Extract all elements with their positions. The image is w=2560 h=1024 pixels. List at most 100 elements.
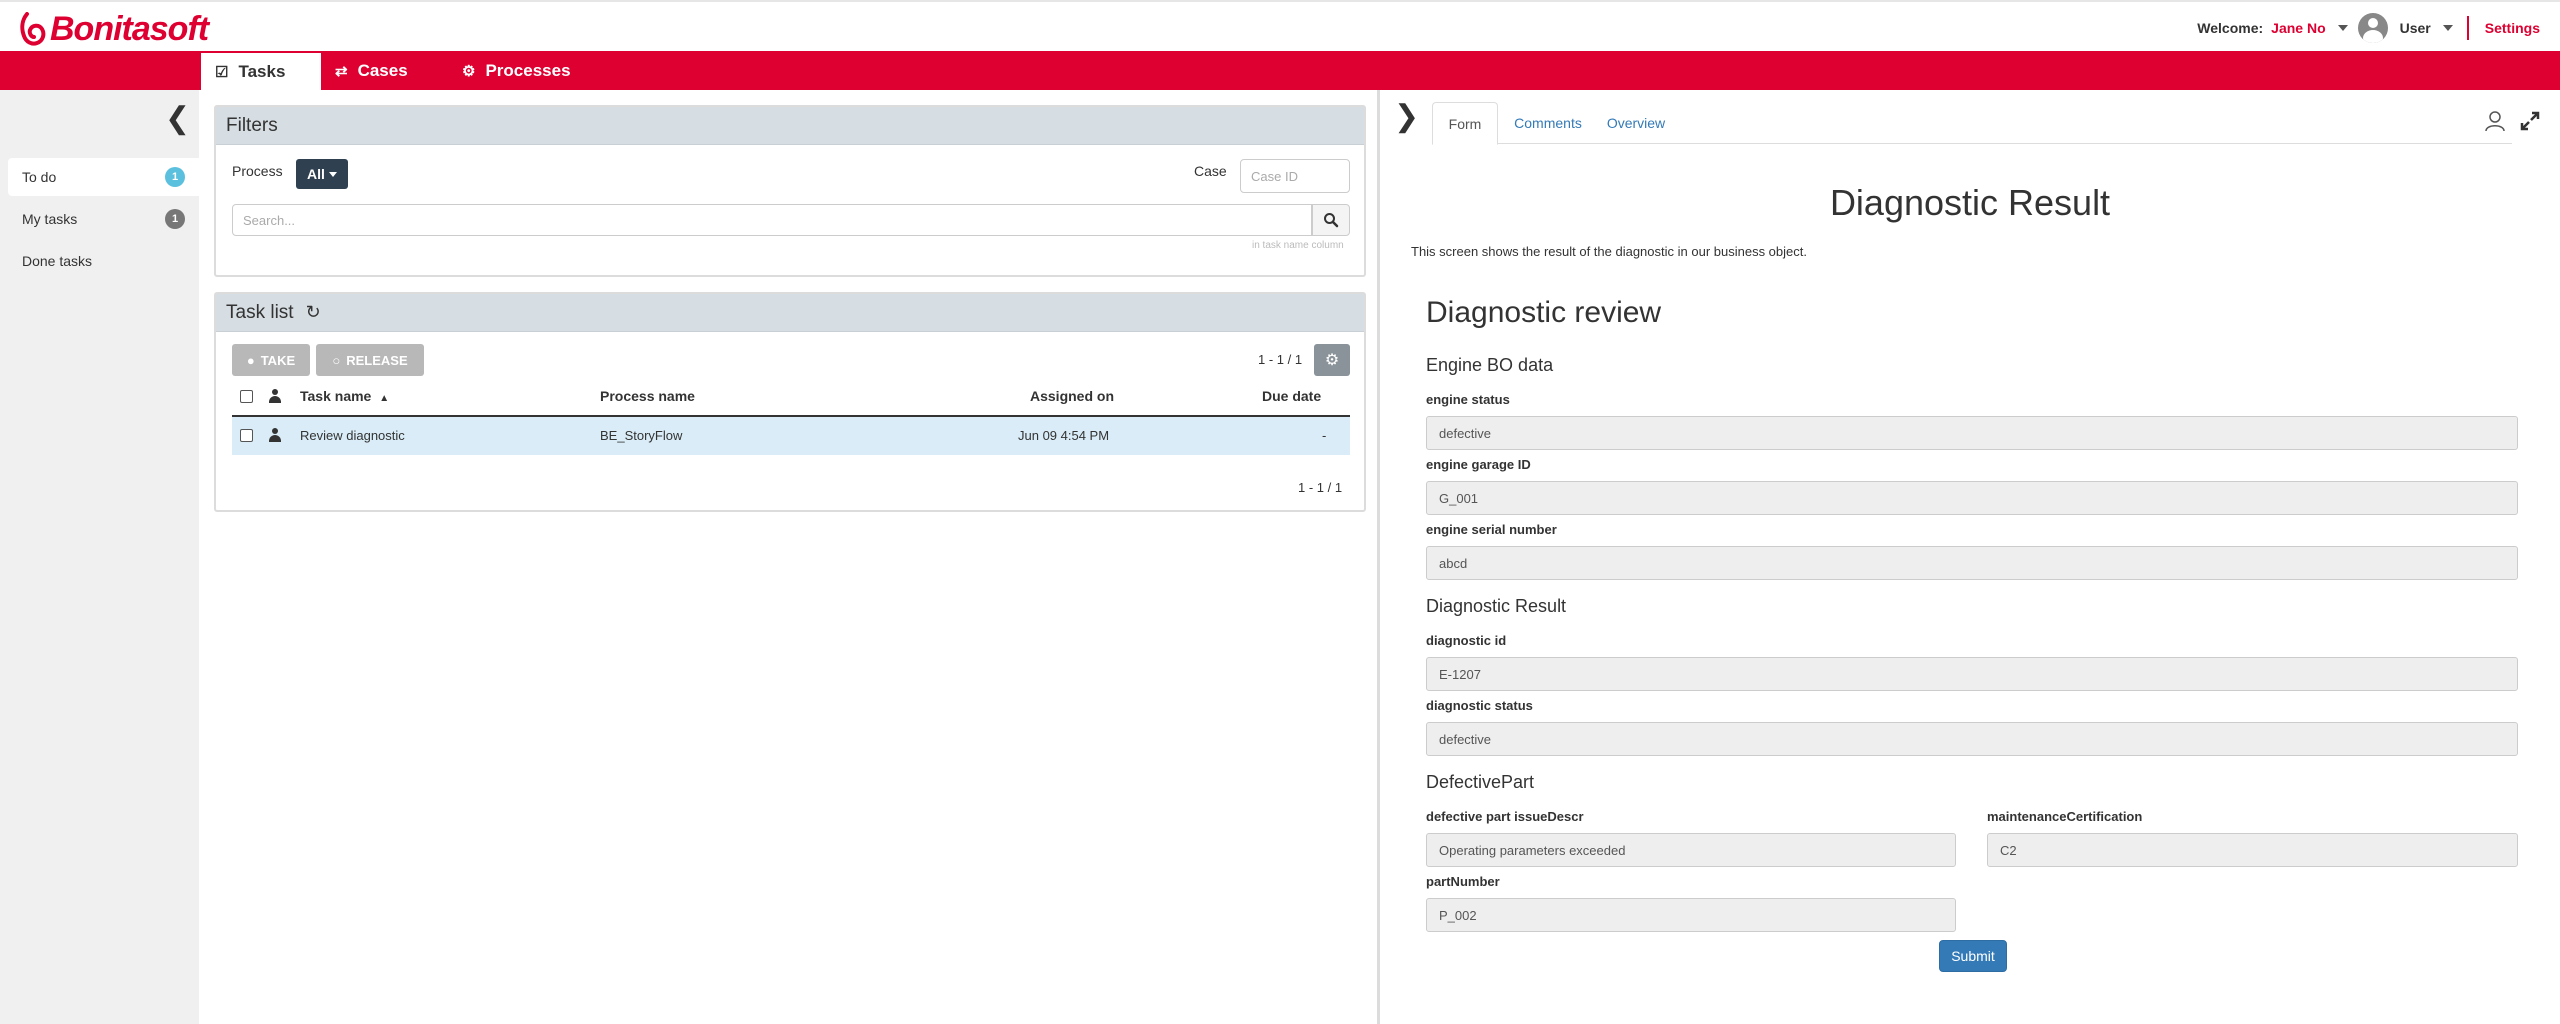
- cell-assigned-on: Jun 09 4:54 PM: [1018, 428, 1110, 443]
- sidebar-item-todo[interactable]: To do 1: [8, 158, 199, 196]
- role-label[interactable]: User: [2400, 20, 2431, 36]
- filters-panel: Filters Process All Case Case ID Search.…: [214, 105, 1366, 277]
- process-filter-value: All: [307, 166, 325, 182]
- sidebar-item-label: To do: [22, 169, 57, 185]
- engine-garage-id-label: engine garage ID: [1426, 457, 1531, 472]
- cell-task-name[interactable]: Review diagnostic: [300, 428, 405, 443]
- release-label: RELEASE: [346, 352, 408, 368]
- task-list-header: Task list ↻: [216, 294, 1364, 332]
- engine-heading: Engine BO data: [1426, 355, 1554, 375]
- welcome-label: Welcome:: [2197, 20, 2264, 36]
- user-avatar-icon[interactable]: [2357, 13, 2388, 43]
- tab-overview[interactable]: Overview: [1596, 102, 1676, 144]
- defective-part-heading: DefectivePart: [1426, 772, 1535, 792]
- bonitasoft-logo-icon: [20, 12, 46, 46]
- row-checkbox[interactable]: [240, 429, 253, 442]
- diagnostic-status-label: diagnostic status: [1426, 698, 1533, 713]
- diagnostic-heading: Diagnostic Result: [1426, 596, 1567, 616]
- role-dropdown-caret-icon[interactable]: [2442, 25, 2453, 31]
- submit-button[interactable]: Submit: [1939, 940, 2007, 972]
- case-label: Case: [1194, 163, 1227, 179]
- brand-name: Bonitasoft: [50, 9, 209, 48]
- search-button[interactable]: [1312, 204, 1350, 236]
- bonitasoft-logo[interactable]: Bonitasoft: [18, 9, 209, 48]
- collapse-panel-chevron-right-icon[interactable]: ❯: [1394, 102, 1419, 132]
- tab-tasks[interactable]: ☑ Tasks: [201, 51, 321, 90]
- todo-count-badge: 1: [165, 167, 185, 187]
- tab-processes-label: Processes: [485, 60, 571, 80]
- pagination-top: 1 - 1 / 1: [1258, 352, 1303, 367]
- take-button[interactable]: ● TAKE: [232, 344, 310, 376]
- sidebar-item-label: My tasks: [22, 211, 78, 227]
- maintenance-certification-field[interactable]: C2: [1987, 833, 2518, 867]
- issue-descr-label: defective part issueDescr: [1426, 809, 1584, 824]
- top-header: Bonitasoft Welcome: Jane No User Setting…: [0, 0, 2560, 51]
- search-hint: in task name column: [1252, 240, 1344, 251]
- table-settings-button[interactable]: ⚙: [1314, 344, 1350, 376]
- column-label: Task name: [300, 388, 372, 404]
- assigned-user-icon: [268, 428, 282, 442]
- sidebar-item-my-tasks[interactable]: My tasks 1: [8, 200, 199, 238]
- column-header-assigned-on[interactable]: Assigned on: [1030, 388, 1114, 404]
- username-link[interactable]: Jane No: [2271, 20, 2325, 36]
- assign-user-icon[interactable]: [2484, 110, 2506, 132]
- diagnostic-id-field[interactable]: E-1207: [1426, 657, 2518, 691]
- tab-cases[interactable]: ⇄ Cases: [335, 51, 425, 90]
- sidebar-item-done-tasks[interactable]: Done tasks: [8, 242, 199, 280]
- cell-process-name: BE_StoryFlow: [600, 428, 683, 443]
- shuffle-icon: ⇄: [335, 62, 348, 80]
- sort-asc-icon: ▲: [379, 393, 390, 404]
- user-icon: ●: [246, 352, 255, 368]
- tab-form[interactable]: Form: [1432, 102, 1498, 145]
- task-details-panel: ❯ Form Comments Overview Diagnostic Resu…: [1377, 90, 2560, 1024]
- task-list-title: Task list: [226, 301, 294, 323]
- column-header-due-date[interactable]: Due date: [1262, 388, 1321, 404]
- tab-comments[interactable]: Comments: [1504, 102, 1592, 144]
- engine-serial-number-label: engine serial number: [1426, 522, 1557, 537]
- engine-status-label: engine status: [1426, 392, 1510, 407]
- caret-down-icon: [328, 171, 337, 177]
- cogs-icon: ⚙: [462, 62, 476, 80]
- diagnostic-status-field[interactable]: defective: [1426, 722, 2518, 756]
- process-label: Process: [232, 163, 283, 179]
- pagination-bottom: 1 - 1 / 1: [1298, 480, 1343, 495]
- engine-serial-number-field[interactable]: abcd: [1426, 546, 2518, 580]
- assignee-column-icon: [268, 389, 282, 403]
- select-all-checkbox[interactable]: [240, 390, 253, 403]
- diagnostic-id-label: diagnostic id: [1426, 633, 1507, 648]
- filters-title: Filters: [216, 107, 1364, 145]
- case-id-input[interactable]: Case ID: [1240, 159, 1350, 193]
- part-number-field[interactable]: P_002: [1426, 898, 1956, 932]
- maintenance-certification-label: maintenanceCertification: [1987, 809, 2143, 824]
- section-title: Diagnostic review: [1426, 296, 1662, 329]
- form-title: Diagnostic Result: [1829, 182, 2111, 223]
- settings-link[interactable]: Settings: [2485, 20, 2540, 36]
- task-search-input[interactable]: Search...: [232, 204, 1312, 236]
- user-outline-icon: ○: [332, 352, 341, 368]
- engine-garage-id-field[interactable]: G_001: [1426, 481, 2518, 515]
- search-placeholder: Search...: [243, 212, 296, 228]
- collapse-sidebar-chevron-left-icon[interactable]: ❮: [165, 104, 190, 134]
- cell-due-date: -: [1322, 428, 1327, 443]
- take-label: TAKE: [260, 352, 296, 368]
- form-description: This screen shows the result of the diag…: [1411, 244, 1807, 259]
- issue-descr-field[interactable]: Operating parameters exceeded: [1426, 833, 1956, 867]
- part-number-label: partNumber: [1426, 874, 1500, 889]
- header-divider: [2466, 16, 2469, 40]
- main-nav: ☑ Tasks ⇄ Cases ⚙ Processes: [0, 51, 2560, 90]
- column-header-task-name[interactable]: Task name ▲: [300, 388, 389, 404]
- check-square-icon: ☑: [215, 63, 229, 81]
- engine-status-field[interactable]: defective: [1426, 416, 2518, 450]
- fullscreen-expand-icon[interactable]: [2520, 111, 2540, 131]
- sidebar-item-label: Done tasks: [22, 253, 93, 269]
- user-dropdown-caret-icon[interactable]: [2337, 25, 2348, 31]
- task-list-panel: Task list ↻ ● TAKE ○ RELEASE 1 - 1 / 1 ⚙…: [214, 292, 1366, 512]
- refresh-icon[interactable]: ↻: [306, 302, 321, 323]
- tab-processes[interactable]: ⚙ Processes: [462, 51, 592, 90]
- case-id-placeholder: Case ID: [1251, 168, 1298, 184]
- gear-icon: ⚙: [1324, 352, 1340, 369]
- tab-tasks-label: Tasks: [238, 61, 286, 81]
- release-button[interactable]: ○ RELEASE: [316, 344, 424, 376]
- column-header-process-name[interactable]: Process name: [600, 388, 695, 404]
- process-filter-dropdown[interactable]: All: [296, 159, 348, 189]
